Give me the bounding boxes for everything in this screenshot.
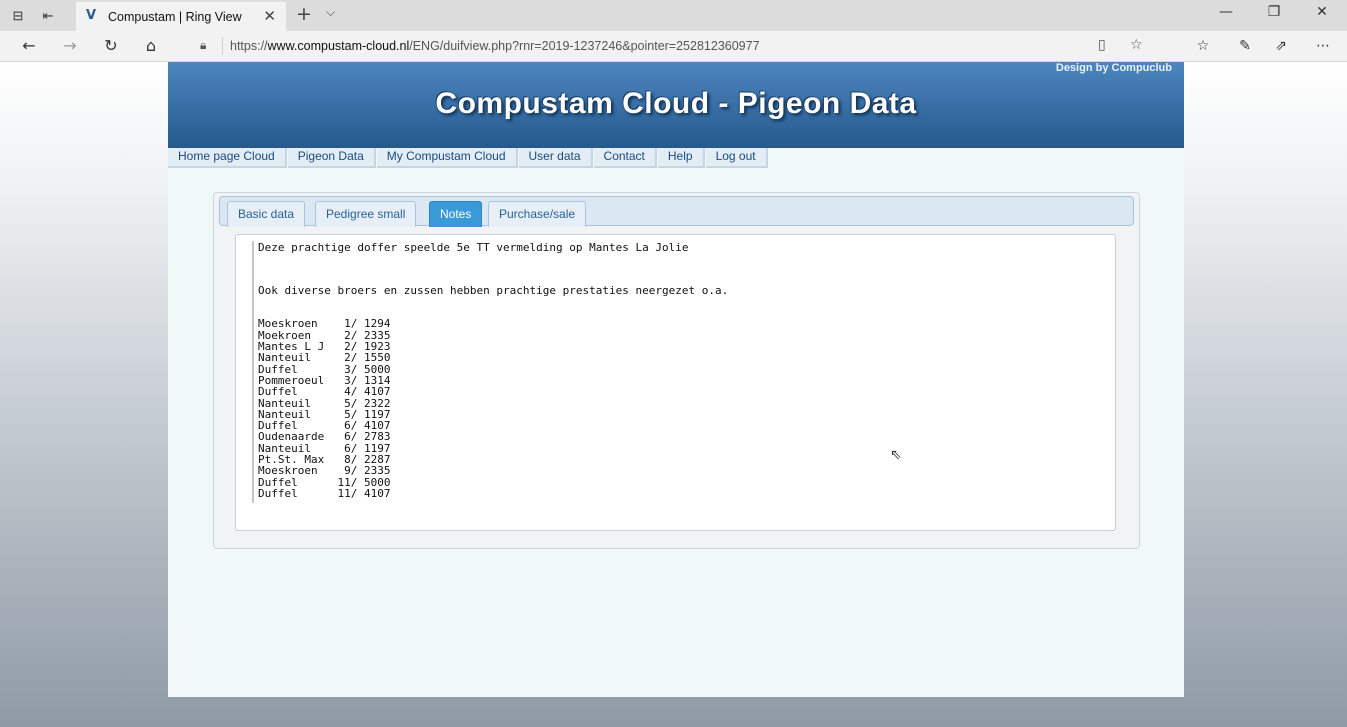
menu-item-help[interactable]: Help — [657, 148, 705, 168]
notes-content: Deze prachtige doffer speelde 5e TT verm… — [252, 241, 1110, 503]
result-row: Duffel 3/ 5000 — [258, 363, 728, 375]
notes-siblings-line: Ook diverse broers en zussen hebben prac… — [258, 283, 729, 297]
result-place: Moeskroen — [258, 464, 318, 478]
result-row: Duffel 11/ 5000 — [258, 476, 728, 488]
result-row: Duffel 11/ 4107 — [258, 486, 728, 500]
site-favicon-icon: V — [86, 8, 97, 23]
menu-item-home-page-cloud[interactable]: Home page Cloud — [168, 148, 287, 168]
result-row: Nanteuil 5/ 1197 — [258, 409, 728, 421]
notes-results-list: Ook diverse broers en zussen hebben prac… — [258, 262, 728, 499]
tab-purchase-sale[interactable]: Purchase/sale — [488, 201, 587, 227]
restore-icon[interactable]: ❐ — [1254, 4, 1294, 26]
mouse-pointer-icon: ⇖ — [890, 447, 902, 463]
browser-tab-bar: ⊟ ⇤ V Compustam | Ring View ✕ + ⌵ — ❐ ✕ — [0, 0, 1347, 31]
web-notes-pen-icon[interactable]: ✎ — [1234, 37, 1256, 57]
refresh-icon[interactable]: ↻ — [100, 37, 122, 57]
result-rank: 4 — [344, 385, 351, 399]
result-place: Duffel — [258, 385, 298, 399]
result-row: Nanteuil 2/ 1550 — [258, 351, 728, 365]
url-path: /ENG/duifview.php?rnr=2019-1237246&point… — [409, 39, 760, 53]
result-row: Pt.St. Max 8/ 2287 — [258, 454, 728, 466]
menu-item-contact[interactable]: Contact — [593, 148, 657, 168]
menu-item-log-out[interactable]: Log out — [705, 148, 768, 168]
site-title: Compustam Cloud - Pigeon Data — [435, 87, 917, 120]
tab-pedigree-small[interactable]: Pedigree small — [315, 201, 417, 227]
result-row: Pommeroeul 3/ 1314 — [258, 375, 728, 387]
share-icon[interactable]: ⇗ — [1270, 37, 1292, 57]
result-row: Moekroen 2/ 2335 — [258, 329, 728, 341]
more-options-icon[interactable]: ⋯ — [1312, 37, 1334, 57]
address-separator — [222, 37, 223, 55]
result-row: Nanteuil 6/ 1197 — [258, 442, 728, 454]
url-text[interactable]: https://www.compustam-cloud.nl/ENG/duifv… — [230, 39, 760, 53]
tab-basic-data[interactable]: Basic data — [227, 201, 306, 227]
notes-box: Deze prachtige doffer speelde 5e TT verm… — [235, 234, 1116, 531]
close-tab-icon[interactable]: ✕ — [263, 7, 276, 25]
detail-tab-strip: Basic data Pedigree small Notes Purchase… — [219, 196, 1134, 227]
tab-notes[interactable]: Notes — [429, 201, 483, 227]
tab-list-chevron-icon[interactable]: ⌵ — [326, 5, 335, 20]
close-window-icon[interactable]: ✕ — [1302, 4, 1342, 26]
result-row: Moeskroen 1/ 1294 — [258, 318, 728, 330]
result-total: 4107 — [363, 486, 391, 500]
url-domain: www.compustam-cloud.nl — [267, 39, 410, 53]
browser-tab[interactable]: V Compustam | Ring View ✕ — [76, 2, 286, 31]
page-viewport: Design by Compuclub Compustam Cloud - Pi… — [0, 62, 1347, 727]
main-menu: Home page Cloud Pigeon Data My Compustam… — [168, 148, 769, 168]
site-container: Design by Compuclub Compustam Cloud - Pi… — [168, 62, 1184, 697]
notes-intro-line: Deze prachtige doffer speelde 5e TT verm… — [258, 241, 689, 254]
menu-item-my-compustam-cloud[interactable]: My Compustam Cloud — [376, 148, 518, 168]
reading-view-icon[interactable]: ▯ — [1098, 37, 1106, 53]
result-rank: 9 — [344, 464, 351, 478]
tab-title: Compustam | Ring View — [108, 10, 242, 24]
result-rank: 11 — [337, 486, 351, 500]
result-rank: 2 — [344, 351, 351, 365]
url-scheme: https:// — [230, 39, 268, 53]
favorites-hub-icon[interactable]: ☆ — [1192, 37, 1214, 57]
forward-icon[interactable]: → — [59, 37, 81, 57]
back-icon[interactable]: ← — [18, 37, 40, 57]
address-bar[interactable]: 🔒︎ https://www.compustam-cloud.nl/ENG/du… — [192, 34, 1162, 58]
browser-nav-bar: ← → ↻ ⌂ 🔒︎ https://www.compustam-cloud.n… — [0, 31, 1347, 62]
new-tab-icon[interactable]: + — [296, 3, 312, 25]
pigeon-detail-panel: Basic data Pedigree small Notes Purchase… — [213, 192, 1140, 549]
result-row: Duffel 6/ 4107 — [258, 420, 728, 432]
design-credit[interactable]: Design by Compuclub — [1056, 62, 1172, 74]
result-place: Duffel — [258, 486, 298, 500]
favorite-star-icon[interactable]: ☆ — [1130, 37, 1143, 53]
result-row: Oudenaarde 6/ 2783 — [258, 431, 728, 443]
site-header: Design by Compuclub Compustam Cloud - Pi… — [168, 62, 1184, 148]
home-icon[interactable]: ⌂ — [140, 37, 162, 57]
result-separator: / — [350, 486, 364, 500]
menu-item-user-data[interactable]: User data — [518, 148, 593, 168]
minimize-icon[interactable]: — — [1206, 4, 1246, 26]
result-row: Moeskroen 9/ 2335 — [258, 464, 728, 478]
result-row: Nanteuil 5/ 2322 — [258, 397, 728, 409]
set-aside-tabs-icon[interactable]: ⇤ — [38, 6, 58, 26]
menu-item-pigeon-data[interactable]: Pigeon Data — [287, 148, 376, 168]
tab-actions-icon[interactable]: ⊟ — [8, 6, 28, 26]
result-row: Mantes L J 2/ 1923 — [258, 341, 728, 353]
lock-icon[interactable]: 🔒︎ — [200, 38, 206, 53]
result-row: Duffel 4/ 4107 — [258, 385, 728, 399]
result-place: Nanteuil — [258, 351, 311, 365]
